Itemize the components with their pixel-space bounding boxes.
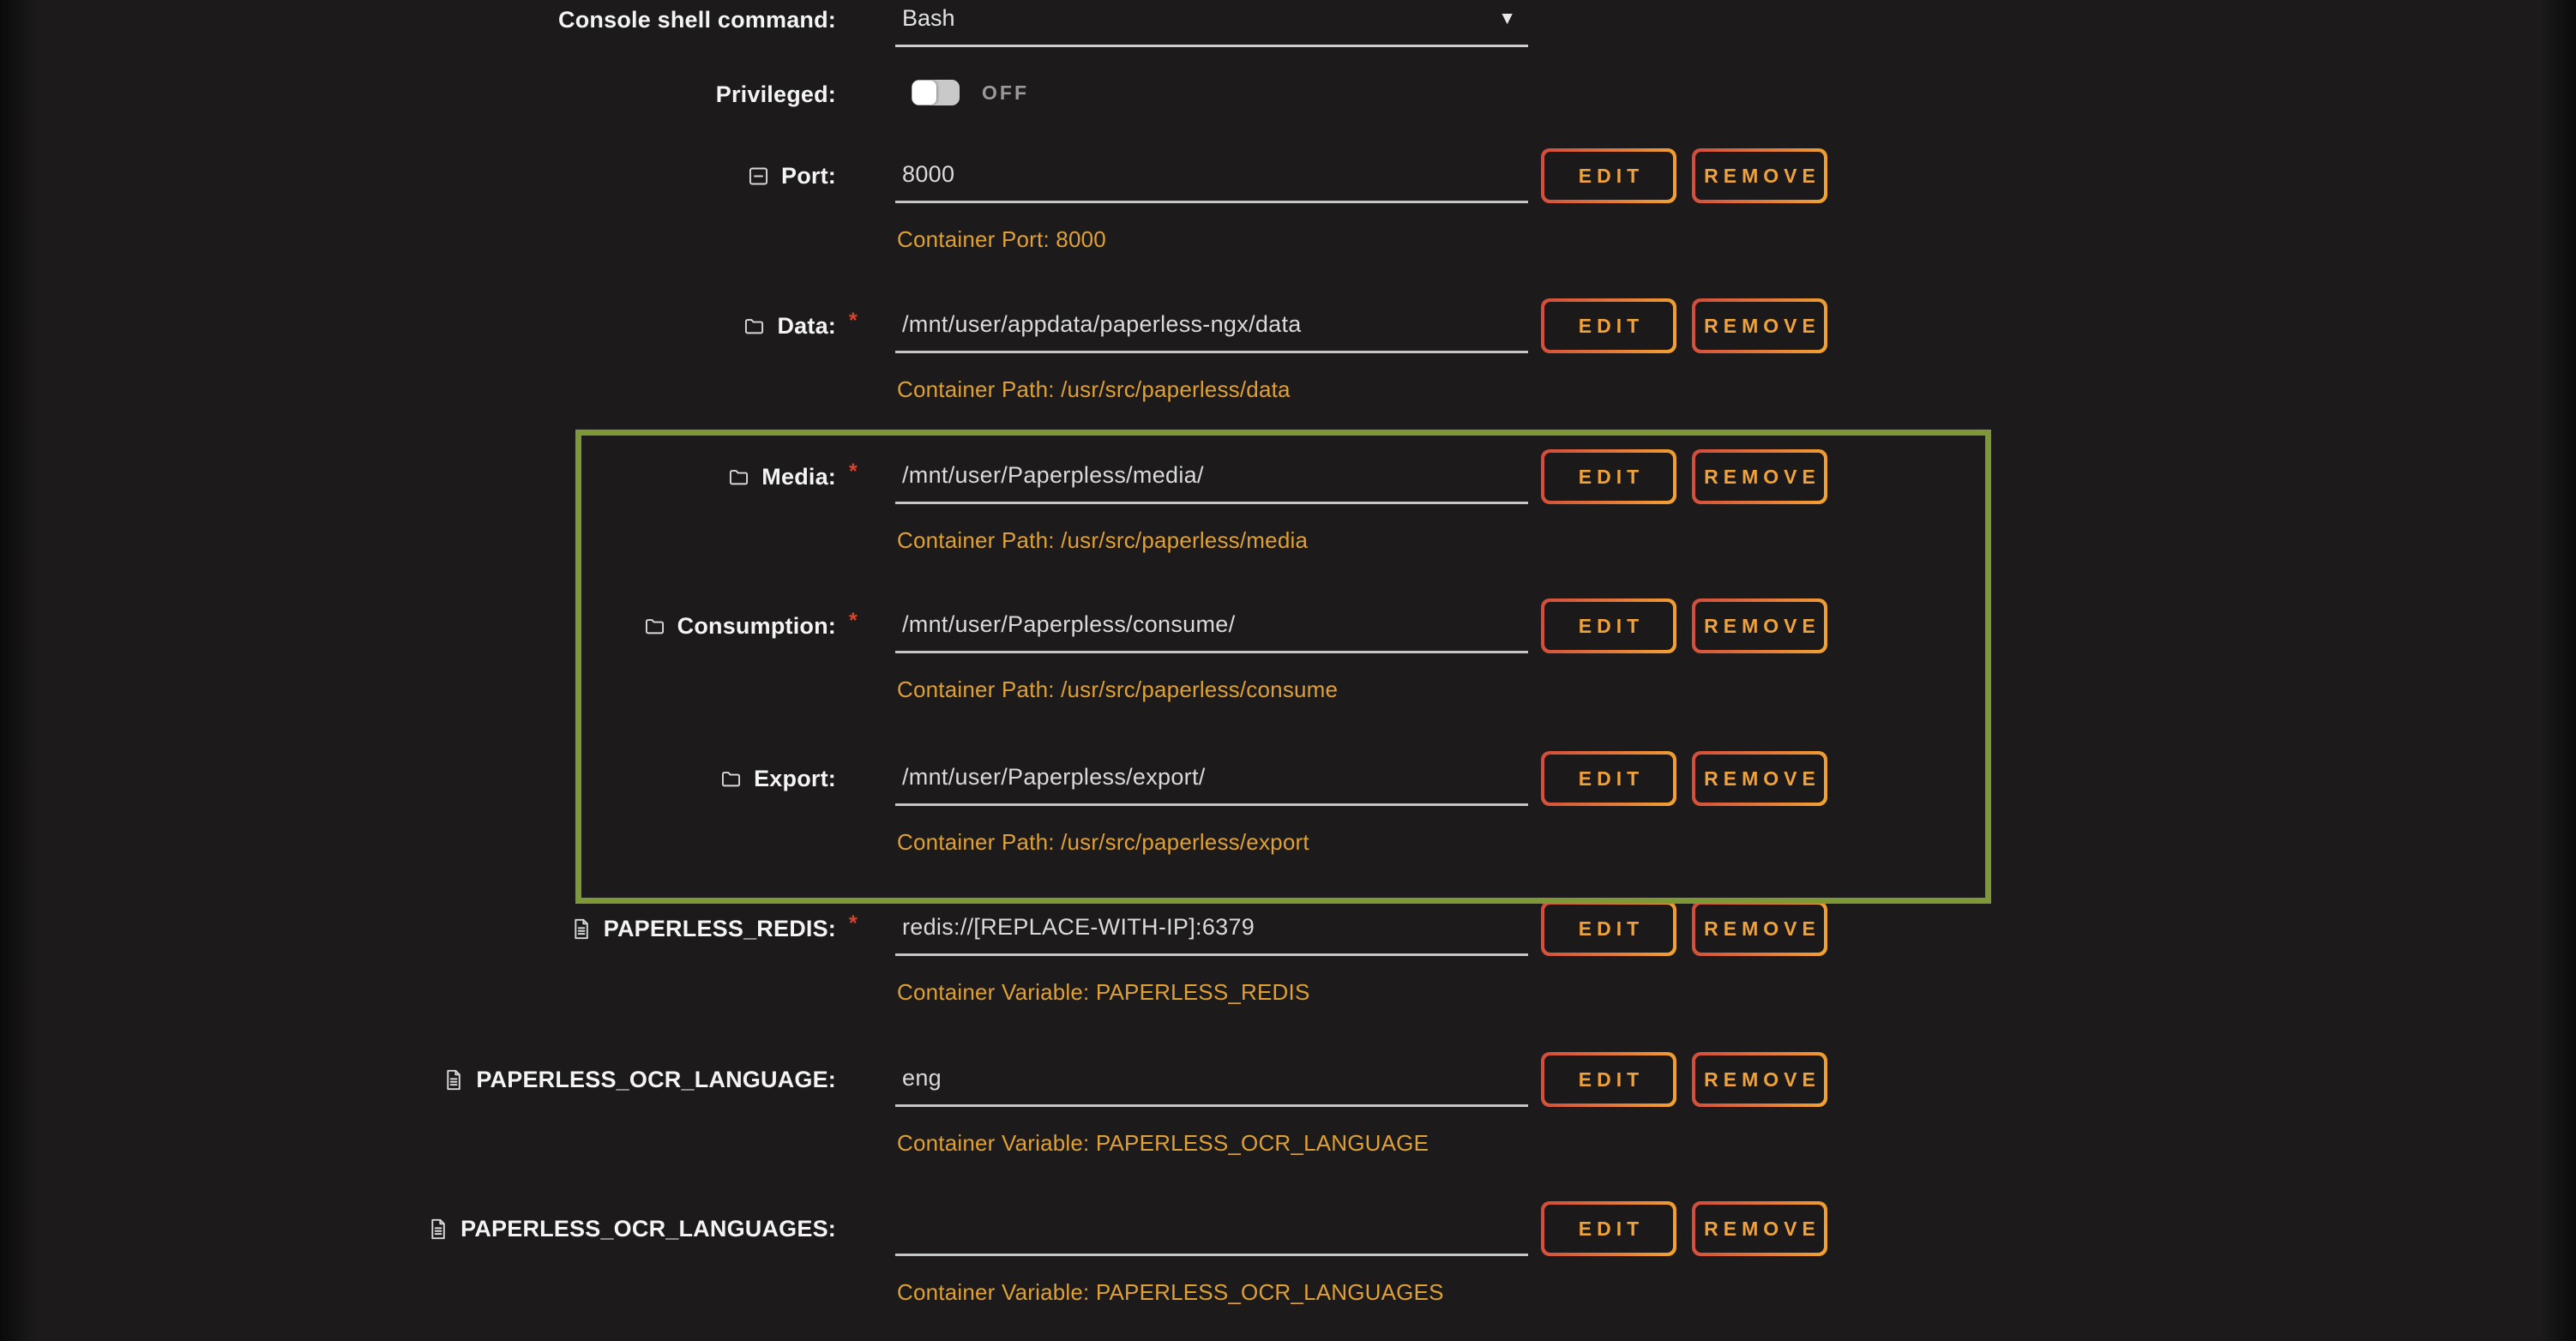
folder-icon [719, 767, 743, 791]
paperless-ocr-languages-label: PAPERLESS_OCR_LANGUAGES: [460, 1216, 836, 1242]
remove-button[interactable]: REMOVE [1692, 298, 1827, 353]
remove-button[interactable]: REMOVE [1692, 901, 1827, 956]
data-value: /mnt/user/appdata/paperless-ngx/data [895, 311, 1302, 338]
file-icon [442, 1068, 465, 1091]
paperless-ocr-languages-description: Container Variable: PAPERLESS_OCR_LANGUA… [897, 1279, 1444, 1306]
file-icon [569, 917, 593, 941]
row-privileged: Privileged: OFF [0, 70, 2576, 118]
edit-button[interactable]: EDIT [1541, 148, 1676, 203]
toggle-knob [912, 81, 936, 105]
port-input[interactable]: 8000 [895, 148, 1528, 203]
media-description: Container Path: /usr/src/paperless/media [897, 527, 1308, 554]
row-paperless-redis: PAPERLESS_REDIS: * redis://[REPLACE-WITH… [0, 901, 2576, 956]
edit-button[interactable]: EDIT [1541, 298, 1676, 353]
chevron-down-icon: ▼ [1498, 9, 1528, 29]
paperless-ocr-language-value: eng [895, 1065, 942, 1091]
port-description: Container Port: 8000 [897, 226, 1106, 253]
remove-button[interactable]: REMOVE [1692, 449, 1827, 504]
edit-button[interactable]: EDIT [1541, 751, 1676, 806]
edit-button[interactable]: EDIT [1541, 1052, 1676, 1107]
edit-button[interactable]: EDIT [1541, 1201, 1676, 1256]
paperless-redis-description: Container Variable: PAPERLESS_REDIS [897, 979, 1310, 1006]
export-input[interactable]: /mnt/user/Paperpless/export/ [895, 751, 1528, 806]
row-consumption: Consumption: * /mnt/user/Paperpless/cons… [0, 598, 2576, 653]
remove-button[interactable]: REMOVE [1692, 598, 1827, 653]
row-media: Media: * /mnt/user/Paperpless/media/ EDI… [0, 449, 2576, 504]
remove-button[interactable]: REMOVE [1692, 1201, 1827, 1256]
privileged-toggle[interactable]: OFF [912, 80, 1029, 105]
edit-button[interactable]: EDIT [1541, 449, 1676, 504]
media-value: /mnt/user/Paperpless/media/ [895, 462, 1204, 489]
row-export: Export: /mnt/user/Paperpless/export/ EDI… [0, 751, 2576, 806]
export-value: /mnt/user/Paperpless/export/ [895, 764, 1206, 791]
folder-icon [643, 615, 666, 638]
port-label: Port: [781, 163, 836, 189]
row-data: Data: * /mnt/user/appdata/paperless-ngx/… [0, 298, 2576, 353]
console-shell-command-label: Console shell command: [558, 7, 836, 33]
port-value: 8000 [895, 161, 954, 188]
remove-button[interactable]: REMOVE [1692, 751, 1827, 806]
paperless-redis-input[interactable]: redis://[REPLACE-WITH-IP]:6379 [895, 901, 1528, 956]
privileged-state: OFF [982, 81, 1029, 105]
media-label: Media: [761, 464, 836, 490]
row-console-shell-command: Console shell command: Bash ▼ [0, 0, 2576, 47]
toggle-track [912, 80, 960, 105]
folder-icon [727, 466, 750, 489]
export-description: Container Path: /usr/src/paperless/expor… [897, 829, 1309, 856]
file-icon [426, 1218, 449, 1241]
console-shell-command-select[interactable]: Bash ▼ [895, 0, 1528, 47]
privileged-label: Privileged: [716, 81, 836, 108]
paperless-ocr-language-label: PAPERLESS_OCR_LANGUAGE: [476, 1067, 836, 1093]
folder-icon [743, 315, 766, 338]
consumption-description: Container Path: /usr/src/paperless/consu… [897, 677, 1338, 703]
consumption-value: /mnt/user/Paperpless/consume/ [895, 611, 1235, 638]
paperless-ocr-language-description: Container Variable: PAPERLESS_OCR_LANGUA… [897, 1130, 1429, 1157]
port-icon [747, 165, 770, 188]
row-port: Port: 8000 EDIT REMOVE Container Port: 8… [0, 148, 2576, 203]
paperless-ocr-language-input[interactable]: eng [895, 1052, 1528, 1107]
paperless-redis-label: PAPERLESS_REDIS: [604, 916, 836, 942]
edit-button[interactable]: EDIT [1541, 598, 1676, 653]
remove-button[interactable]: REMOVE [1692, 148, 1827, 203]
data-label: Data: [777, 313, 836, 340]
edit-button[interactable]: EDIT [1541, 901, 1676, 956]
remove-button[interactable]: REMOVE [1692, 1052, 1827, 1107]
data-input[interactable]: /mnt/user/appdata/paperless-ngx/data [895, 298, 1528, 353]
paperless-redis-value: redis://[REPLACE-WITH-IP]:6379 [895, 914, 1255, 941]
paperless-ocr-languages-input[interactable] [895, 1201, 1528, 1256]
row-paperless-ocr-languages: PAPERLESS_OCR_LANGUAGES: EDIT REMOVE Con… [0, 1201, 2576, 1256]
data-description: Container Path: /usr/src/paperless/data [897, 376, 1291, 403]
console-shell-command-value: Bash [895, 5, 955, 32]
consumption-label: Consumption: [677, 613, 836, 640]
docker-template-settings-page: Console shell command: Bash ▼ Privileged… [0, 0, 2576, 1341]
media-input[interactable]: /mnt/user/Paperpless/media/ [895, 449, 1528, 504]
export-label: Export: [754, 766, 836, 792]
consumption-input[interactable]: /mnt/user/Paperpless/consume/ [895, 598, 1528, 653]
row-paperless-ocr-language: PAPERLESS_OCR_LANGUAGE: eng EDIT REMOVE … [0, 1052, 2576, 1107]
